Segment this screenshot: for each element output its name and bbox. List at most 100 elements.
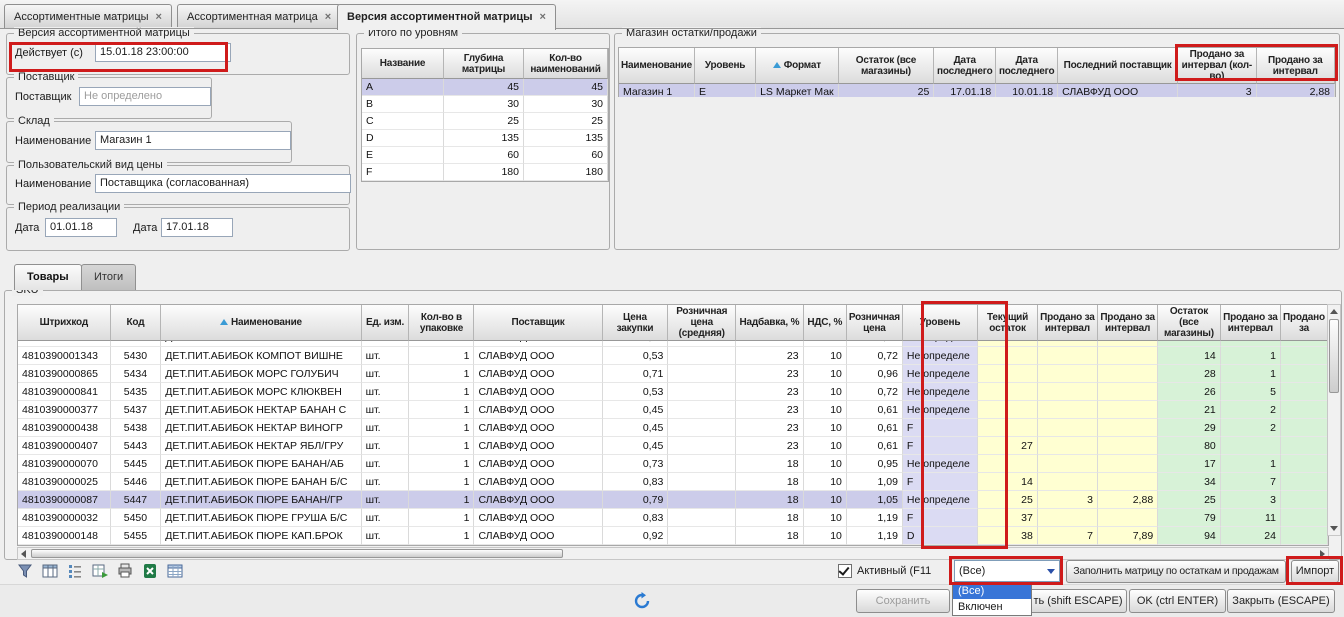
sku-row[interactable]: 48103900013435430ДЕТ.ПИТ.АБИБОК КОМПОТ В… (18, 347, 1328, 365)
warehouse-name-input[interactable]: Магазин 1 (95, 131, 291, 150)
sku-row[interactable]: 48103900004075443ДЕТ.ПИТ.АБИБОК НЕКТАР Я… (18, 437, 1328, 455)
cell: ДЕТ.ПИТ.АБИБОК НЕКТАР ЯБЛ/ГРУ (161, 437, 361, 455)
tab-products[interactable]: Товары (14, 264, 82, 290)
scroll-right-icon[interactable] (1320, 550, 1325, 558)
filter-icon[interactable] (14, 561, 36, 581)
dropdown-option-enabled[interactable]: Включен (953, 599, 1031, 615)
import-button[interactable]: Импорт (1291, 560, 1339, 583)
vertical-scrollbar[interactable] (1327, 304, 1341, 536)
levels-row[interactable]: C2525 (362, 113, 608, 130)
column-header[interactable]: Текущий остаток (978, 305, 1038, 341)
cell: F (903, 437, 978, 455)
price-view-name-input[interactable]: Поставщика (согласованная) (95, 174, 351, 193)
active-checkbox[interactable] (838, 564, 852, 578)
column-header[interactable]: Поставщик (474, 305, 602, 341)
column-header[interactable]: Наименование (619, 48, 695, 84)
tab-assortment-matrices[interactable]: Ассортиментные матрицы (4, 4, 172, 29)
levels-row[interactable]: D135135 (362, 130, 608, 147)
levels-row[interactable]: B3030 (362, 96, 608, 113)
column-header[interactable]: Цена закупки (603, 305, 669, 341)
period-from-input[interactable]: 01.01.18 (45, 218, 117, 237)
sku-row[interactable]: 48103900000875447ДЕТ.ПИТ.АБИБОК ПЮРЕ БАН… (18, 491, 1328, 509)
column-settings-icon[interactable] (39, 561, 61, 581)
print-icon[interactable] (114, 561, 136, 581)
column-header[interactable]: Остаток (все магазины) (1158, 305, 1221, 341)
scroll-up-icon[interactable] (1330, 309, 1338, 314)
store-row[interactable]: Магазин 1ELS Маркет Мак2517.01.1810.01.1… (619, 84, 1335, 97)
column-header[interactable]: Остаток (все магазины) (839, 48, 935, 84)
column-header[interactable]: Надбавка, % (736, 305, 803, 341)
horizontal-scroll-thumb[interactable] (31, 549, 563, 558)
column-header[interactable]: Кол-во наименований (524, 49, 608, 79)
column-header-label: Остаток (все магазины) (1164, 306, 1214, 339)
cancel-shift-escape-button[interactable]: ть (shift ESCAPE) (1029, 589, 1127, 613)
column-header[interactable]: Ед. изм. (362, 305, 410, 341)
column-header[interactable]: Дата последнего (934, 48, 996, 84)
export-table-icon[interactable] (89, 561, 111, 581)
row-numbering-icon[interactable] (64, 561, 86, 581)
close-button[interactable]: Закрыть (ESCAPE) (1227, 589, 1335, 613)
save-button[interactable]: Сохранить (856, 589, 950, 613)
column-header[interactable]: Штрихкод (18, 305, 111, 341)
cell: 45 (444, 79, 524, 96)
column-header[interactable]: Глубина матрицы (444, 49, 524, 79)
sku-row[interactable]: 48103900000705445ДЕТ.ПИТ.АБИБОК ПЮРЕ БАН… (18, 455, 1328, 473)
sku-row[interactable]: 48103900004385438ДЕТ.ПИТ.АБИБОК НЕКТАР В… (18, 419, 1328, 437)
scroll-down-icon[interactable] (1330, 526, 1338, 531)
cell (1281, 509, 1328, 527)
vertical-scroll-thumb[interactable] (1329, 319, 1339, 393)
close-icon[interactable] (156, 11, 162, 23)
tab-totals[interactable]: Итоги (81, 264, 136, 290)
levels-row[interactable]: E6060 (362, 147, 608, 164)
dropdown-option-all[interactable]: (Все) (953, 583, 1031, 599)
cell: D (903, 527, 978, 545)
refresh-button[interactable] (629, 588, 655, 613)
column-header[interactable]: Последний поставщик (1058, 48, 1178, 84)
column-header[interactable]: Продано за интервал (1221, 305, 1281, 341)
sku-row[interactable]: 48103900003775437ДЕТ.ПИТ.АБИБОК НЕКТАР Б… (18, 401, 1328, 419)
column-header[interactable]: Розничная цена (847, 305, 903, 341)
column-header[interactable]: Код (111, 305, 162, 341)
column-header[interactable]: Название (362, 49, 444, 79)
cell: 17 (1158, 455, 1221, 473)
fill-matrix-button[interactable]: Заполнить матрицу по остаткам и продажам (1066, 560, 1286, 583)
column-header[interactable]: Уровень (695, 48, 756, 84)
tab-assortment-matrix[interactable]: Ассортиментная матрица (177, 4, 341, 29)
column-header[interactable]: Продано за интервал (1038, 305, 1098, 341)
cell: 1 (409, 455, 474, 473)
excel-export-icon[interactable] (139, 561, 161, 581)
column-header[interactable]: Продано за интервал (1098, 305, 1158, 341)
sku-row[interactable]: 48103900000325450ДЕТ.ПИТ.АБИБОК ПЮРЕ ГРУ… (18, 509, 1328, 527)
close-icon[interactable] (540, 11, 546, 23)
level-filter-select[interactable]: (Все) (954, 560, 1060, 582)
column-header[interactable]: НДС, % (804, 305, 847, 341)
column-header[interactable]: Формат (756, 48, 839, 84)
column-header-label: Розничная цена (средняя) (676, 306, 727, 339)
sku-row[interactable]: 48103900001485455ДЕТ.ПИТ.АБИБОК ПЮРЕ КАП… (18, 527, 1328, 545)
period-to-input[interactable]: 17.01.18 (161, 218, 233, 237)
column-header[interactable]: Кол-во в упаковке (409, 305, 474, 341)
scroll-left-icon[interactable] (21, 550, 26, 558)
table-view-icon[interactable] (164, 561, 186, 581)
column-header[interactable]: Продано за интервал (кол-во) (1178, 48, 1256, 84)
column-header[interactable]: Продано за интервал (1257, 48, 1335, 84)
horizontal-scrollbar[interactable] (17, 547, 1329, 560)
levels-row[interactable]: F180180 (362, 164, 608, 181)
column-header[interactable]: Розничная цена (средняя) (668, 305, 736, 341)
column-header[interactable]: Наименование (161, 305, 361, 341)
tab-assortment-matrix-version[interactable]: Версия ассортиментной матрицы (337, 4, 556, 30)
close-icon[interactable] (325, 11, 331, 23)
levels-row[interactable]: A4545 (362, 79, 608, 96)
ok-button[interactable]: OK (ctrl ENTER) (1129, 589, 1226, 613)
cell: 135 (524, 130, 608, 147)
supplier-input[interactable]: Не определено (79, 87, 211, 106)
column-header[interactable]: Уровень (903, 305, 978, 341)
sku-row[interactable]: 48103900008415435ДЕТ.ПИТ.АБИБОК МОРС КЛЮ… (18, 383, 1328, 401)
sku-row[interactable]: 48103900000255446ДЕТ.ПИТ.АБИБОК ПЮРЕ БАН… (18, 473, 1328, 491)
column-header[interactable]: Дата последнего (996, 48, 1058, 84)
cell: 23 (736, 383, 803, 401)
valid-from-input[interactable]: 15.01.18 23:00:00 (95, 43, 231, 62)
column-header[interactable]: Продано за (1281, 305, 1328, 341)
sku-row[interactable]: 48103900008655434ДЕТ.ПИТ.АБИБОК МОРС ГОЛ… (18, 365, 1328, 383)
cell (668, 365, 736, 383)
